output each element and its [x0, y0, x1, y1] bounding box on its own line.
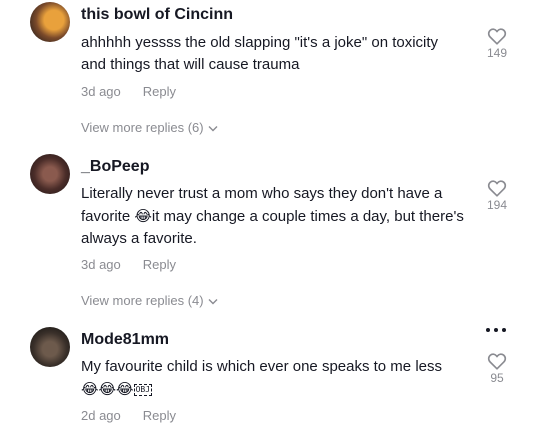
- reply-button[interactable]: Reply: [143, 408, 176, 423]
- avatar[interactable]: [30, 327, 70, 367]
- dot: [502, 328, 506, 332]
- view-more-label: View more replies (6): [81, 120, 204, 135]
- timestamp: 3d ago: [81, 257, 121, 272]
- comment-text: Literally never trust a mom who says the…: [81, 183, 466, 250]
- chevron-down-icon: [208, 299, 218, 305]
- dot: [494, 328, 498, 332]
- obj-tag: OBJ: [133, 384, 153, 397]
- timestamp: 2d ago: [81, 408, 121, 423]
- timestamp: 3d ago: [81, 84, 121, 99]
- username[interactable]: Mode81mm: [81, 331, 169, 349]
- laughing-emoji: 😂: [134, 207, 152, 225]
- avatar[interactable]: [30, 2, 70, 42]
- comment-text-part: My favourite child is which ever one spe…: [81, 358, 442, 375]
- heart-outline-icon: [487, 28, 507, 45]
- laughing-emoji: 😂😂😂: [81, 380, 134, 398]
- like-button[interactable]: 95: [484, 352, 510, 385]
- like-count: 194: [486, 198, 508, 212]
- comment-text: My favourite child is which ever one spe…: [81, 356, 466, 401]
- comment-meta: 3d ago Reply: [81, 257, 176, 272]
- heart-outline-icon: [487, 353, 507, 370]
- like-count: 149: [486, 46, 508, 60]
- view-more-replies[interactable]: View more replies (4): [81, 293, 218, 308]
- reply-button[interactable]: Reply: [143, 84, 176, 99]
- heart-outline-icon: [487, 180, 507, 197]
- reply-button[interactable]: Reply: [143, 257, 176, 272]
- avatar[interactable]: [30, 154, 70, 194]
- username[interactable]: _BoPeep: [81, 158, 149, 176]
- view-more-label: View more replies (4): [81, 293, 204, 308]
- like-count: 95: [490, 371, 504, 385]
- comment-text: ahhhhh yessss the old slapping "it's a j…: [81, 34, 439, 73]
- view-more-replies[interactable]: View more replies (6): [81, 120, 218, 135]
- comment-meta: 3d ago Reply: [81, 84, 176, 99]
- username[interactable]: this bowl of Cincinn: [81, 6, 233, 24]
- like-button[interactable]: 194: [484, 179, 510, 212]
- comment-meta: 2d ago Reply: [81, 408, 176, 423]
- dot: [486, 328, 490, 332]
- more-options-icon[interactable]: [486, 328, 508, 334]
- like-button[interactable]: 149: [484, 27, 510, 60]
- chevron-down-icon: [208, 126, 218, 132]
